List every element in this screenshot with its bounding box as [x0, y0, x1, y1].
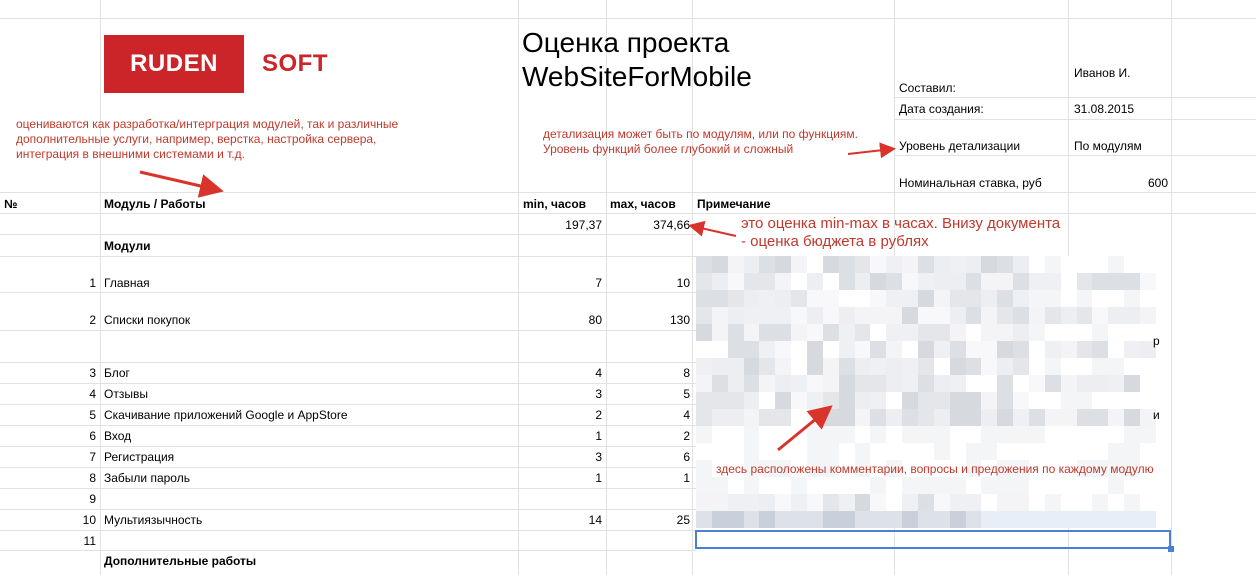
row-no[interactable]: 5	[0, 408, 96, 422]
row-max[interactable]: 2	[608, 429, 690, 443]
title-line-1: Оценка проекта	[522, 27, 730, 58]
minmax-annotation-line: - оценка бюджета в рублях	[741, 233, 929, 250]
date-value[interactable]: 31.08.2015	[1074, 102, 1134, 116]
row-no[interactable]: 8	[0, 471, 96, 485]
logo-ruden-text: RUDEN	[130, 50, 218, 77]
left-annotation-line: дополнительные услуги, например, верстка…	[16, 132, 377, 146]
rate-label: Номинальная ставка, руб	[899, 176, 1042, 190]
row-min[interactable]: 14	[520, 513, 602, 527]
row-no[interactable]: 11	[0, 534, 96, 548]
row-name[interactable]: Скачивание приложений Google и AppStore	[104, 408, 348, 422]
title-line-2: WebSiteForMobile	[522, 61, 752, 92]
cell-selection[interactable]	[695, 530, 1171, 549]
row-min[interactable]: 4	[520, 366, 602, 380]
row-no[interactable]: 2	[0, 313, 96, 327]
row-max[interactable]: 130	[608, 313, 690, 327]
logo-ruden: RUDEN	[104, 35, 244, 93]
row-max[interactable]: 25	[608, 513, 690, 527]
row-min[interactable]: 1	[520, 471, 602, 485]
center-annotation: детализация может быть по модулям, или п…	[543, 127, 858, 157]
detail-value[interactable]: По модулям	[1074, 139, 1142, 153]
row-name[interactable]: Забыли пароль	[104, 471, 190, 485]
fill-handle[interactable]	[1168, 546, 1174, 552]
row-min[interactable]: 3	[520, 387, 602, 401]
minmax-annotation: это оценка min-max в часах. Внизу докуме…	[741, 215, 1060, 251]
header-note[interactable]: Примечание	[697, 197, 771, 211]
row-min[interactable]: 80	[520, 313, 602, 327]
left-annotation-line: оцениваются как разработка/интерграция м…	[16, 117, 399, 131]
partial-char: р	[1153, 334, 1160, 348]
center-annotation-line: детализация может быть по модулям, или п…	[543, 127, 858, 141]
row-max[interactable]: 8	[608, 366, 690, 380]
row-name[interactable]: Мультиязычность	[104, 513, 202, 527]
row-no[interactable]: 1	[0, 276, 96, 290]
left-annotation-line: интеграция в внешними системами и т.д.	[16, 147, 245, 161]
detail-label: Уровень детализации	[899, 139, 1021, 153]
row-min[interactable]: 2	[520, 408, 602, 422]
row-max[interactable]: 6	[608, 450, 690, 464]
center-annotation-line: Уровень функций более глубокий и сложный	[543, 142, 794, 156]
row-max[interactable]: 1	[608, 471, 690, 485]
row-no[interactable]: 9	[0, 492, 96, 506]
composed-value[interactable]: Иванов И.	[1074, 66, 1131, 80]
row-no[interactable]: 6	[0, 429, 96, 443]
row-no[interactable]: 3	[0, 366, 96, 380]
section-additional[interactable]: Дополнительные работы	[104, 554, 256, 568]
row-name[interactable]: Блог	[104, 366, 130, 380]
date-label: Дата создания:	[899, 102, 984, 116]
total-max[interactable]: 374,66	[608, 218, 690, 232]
row-name[interactable]: Списки покупок	[104, 313, 190, 327]
header-no[interactable]: №	[4, 197, 17, 211]
arrow-left-note	[139, 170, 224, 198]
row-no[interactable]: 10	[0, 513, 96, 527]
row-name[interactable]: Регистрация	[104, 450, 174, 464]
minmax-annotation-line: это оценка min-max в часах. Внизу докуме…	[741, 215, 1061, 232]
page-title: Оценка проекта WebSiteForMobile	[522, 26, 752, 94]
rate-value[interactable]: 600	[1074, 176, 1168, 190]
row-name[interactable]: Отзывы	[104, 387, 148, 401]
header-module[interactable]: Модуль / Работы	[104, 197, 206, 211]
row-max[interactable]: 4	[608, 408, 690, 422]
row-min[interactable]: 1	[520, 429, 602, 443]
header-min[interactable]: min, часов	[523, 197, 586, 211]
comments-annotation: здесь расположены комментарии, вопросы и…	[716, 462, 1154, 476]
row-min[interactable]: 7	[520, 276, 602, 290]
row-no[interactable]: 7	[0, 450, 96, 464]
row-max[interactable]: 10	[608, 276, 690, 290]
logo-soft: SOFT	[262, 50, 328, 77]
section-modules[interactable]: Модули	[104, 239, 150, 253]
partial-char: и	[1153, 408, 1160, 422]
blurred-notes	[696, 256, 1156, 532]
total-min[interactable]: 197,37	[520, 218, 602, 232]
row-name[interactable]: Главная	[104, 276, 150, 290]
row-max[interactable]: 5	[608, 387, 690, 401]
header-max[interactable]: max, часов	[610, 197, 676, 211]
composed-label: Составил:	[899, 81, 956, 95]
row-min[interactable]: 3	[520, 450, 602, 464]
arrow-minmax	[688, 220, 737, 237]
row-no[interactable]: 4	[0, 387, 96, 401]
left-annotation: оцениваются как разработка/интерграция м…	[16, 117, 398, 162]
row-name[interactable]: Вход	[104, 429, 131, 443]
